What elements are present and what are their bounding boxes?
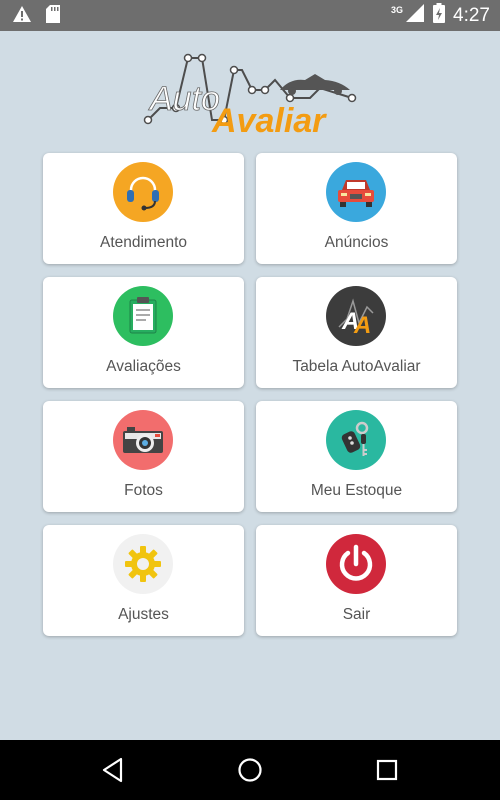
menu-card-meu-estoque[interactable]: Meu Estoque — [256, 401, 457, 512]
signal-icon — [405, 3, 425, 28]
sd-card-icon — [46, 5, 60, 28]
autoavaliar-logo-icon: A A — [326, 286, 386, 346]
status-bar: 3G 4:27 — [0, 0, 500, 31]
recents-icon[interactable] — [372, 755, 402, 785]
car-icon — [326, 162, 386, 222]
back-icon[interactable] — [98, 755, 128, 785]
clock: 4:27 — [453, 4, 490, 26]
car-keys-icon — [326, 410, 386, 470]
menu-card-fotos[interactable]: Fotos — [43, 401, 244, 512]
headset-icon — [113, 162, 173, 222]
home-icon[interactable] — [235, 755, 265, 785]
menu-card-atendimento[interactable]: Atendimento — [43, 153, 244, 264]
power-icon — [326, 534, 386, 594]
battery-charging-icon — [433, 3, 446, 28]
menu-card-label: Ajustes — [118, 606, 169, 623]
clipboard-icon — [113, 286, 173, 346]
menu-card-avaliacoes[interactable]: Avaliações — [43, 277, 244, 388]
menu-card-label: Anúncios — [324, 234, 389, 251]
logo-text-avaliar: Avaliar — [211, 102, 327, 140]
menu-card-label: Tabela AutoAvaliar — [292, 358, 421, 375]
menu-card-sair[interactable]: Sair — [256, 525, 457, 636]
gear-icon — [113, 534, 173, 594]
navigation-bar — [0, 740, 500, 800]
menu-card-label: Fotos — [124, 482, 163, 499]
menu-card-ajustes[interactable]: Ajustes — [43, 525, 244, 636]
warning-icon — [12, 5, 32, 28]
svg-text:A: A — [353, 312, 371, 339]
camera-icon — [113, 410, 173, 470]
menu-card-label: Avaliações — [106, 358, 181, 375]
menu-card-label: Sair — [342, 606, 371, 623]
logo-text-auto: Auto — [148, 80, 220, 118]
menu-card-tabela-autoavaliar[interactable]: A A Tabela AutoAvaliar — [256, 277, 457, 388]
menu-card-label: Atendimento — [99, 234, 188, 251]
network-type-label: 3G — [391, 4, 404, 15]
autoavaliar-logo: Auto Avaliar — [140, 50, 360, 140]
menu-card-label: Meu Estoque — [310, 482, 403, 499]
menu-card-anuncios[interactable]: Anúncios — [256, 153, 457, 264]
